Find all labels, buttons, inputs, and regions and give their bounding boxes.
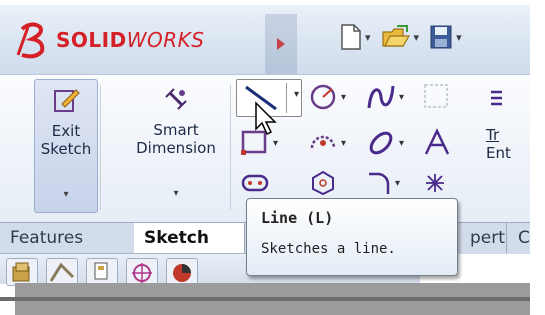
menu-expand-button[interactable] <box>265 14 297 74</box>
display-manager-icon <box>173 264 191 282</box>
tab-evaluate-partial[interactable]: pert <box>462 223 507 253</box>
circle-dropdown-icon[interactable]: ▾ <box>341 92 346 103</box>
surface-tool-button[interactable] <box>422 82 450 110</box>
smart-dimension-label-line2: Dimension <box>136 139 216 157</box>
configuration-icon <box>94 262 108 280</box>
exit-sketch-dropdown-icon[interactable]: ▾ <box>35 186 97 204</box>
dimxpert-manager-tab[interactable] <box>126 258 158 286</box>
ellipse-dropdown-icon[interactable]: ▾ <box>399 138 404 149</box>
save-button[interactable]: ▾ <box>429 24 462 50</box>
ds-logo-icon <box>16 22 45 59</box>
spline-dropdown-icon[interactable]: ▾ <box>399 92 404 103</box>
polygon-icon <box>312 170 334 196</box>
tab-sketch[interactable]: Sketch <box>134 223 245 254</box>
ribbon-separator <box>230 85 231 210</box>
point-tool-button[interactable] <box>424 172 446 194</box>
feature-manager-tab[interactable] <box>6 258 38 286</box>
open-button[interactable]: ▾ <box>381 24 420 50</box>
slot-icon <box>241 174 269 192</box>
trim-label-line2: Ent <box>486 144 511 162</box>
arc-icon <box>310 135 336 149</box>
brand-name: SOLIDWORKS <box>56 28 204 52</box>
ellipse-icon <box>369 131 393 155</box>
property-manager-tab[interactable] <box>46 258 78 286</box>
new-document-button[interactable]: ▾ <box>340 23 371 51</box>
slot-tool-button[interactable] <box>240 170 270 196</box>
exit-sketch-icon <box>54 89 80 112</box>
display-manager-tab[interactable] <box>166 258 198 286</box>
save-dropdown-icon[interactable]: ▾ <box>456 31 462 44</box>
smart-dimension-dropdown-icon[interactable]: ▾ <box>126 185 226 203</box>
tab-features[interactable]: Features <box>0 223 135 253</box>
exit-sketch-button[interactable]: Exit Sketch ▾ <box>34 79 98 213</box>
tooltip-title: Line (L) <box>261 209 334 227</box>
rectangle-dropdown-icon[interactable]: ▾ <box>273 138 278 149</box>
brand-prefix: SOLID <box>56 28 127 52</box>
arc-dropdown-icon[interactable]: ▾ <box>341 138 346 149</box>
smart-dimension-button[interactable]: Smart Dimension ▾ <box>126 79 226 211</box>
fillet-dropdown-icon[interactable]: ▾ <box>395 178 400 189</box>
spline-icon <box>367 85 395 109</box>
exit-sketch-label-line1: Exit <box>51 122 81 140</box>
app-window: SOLIDWORKS ▾ ▾ ▾ Exit Sketch ▾ Smart Dim… <box>0 0 545 315</box>
brand-suffix: WORKS <box>126 28 205 52</box>
trim-label-partial: Tr Ent <box>486 126 511 162</box>
line-dropdown-icon[interactable]: ▾ <box>294 89 299 100</box>
quick-access-toolbar: ▾ ▾ ▾ <box>340 20 462 54</box>
title-bar-top-edge <box>0 0 545 5</box>
circle-icon <box>310 84 336 110</box>
spline-tool-button[interactable]: ▾ <box>366 82 404 112</box>
exit-sketch-label-line2: Sketch <box>40 140 92 158</box>
open-dropdown-icon[interactable]: ▾ <box>414 31 420 44</box>
dimxpert-icon <box>132 263 152 283</box>
line-tooltip: Line (L) Sketches a line. <box>246 198 458 276</box>
text-tool-button[interactable] <box>422 128 452 158</box>
tooltip-description: Sketches a line. <box>261 241 396 257</box>
sketch-text-icon <box>424 128 450 155</box>
fillet-tool-button[interactable]: ▾ <box>366 170 400 196</box>
smart-dimension-label-line1: Smart <box>153 121 199 139</box>
smart-dimension-icon <box>165 88 187 110</box>
trim-label-line1: Tr <box>486 126 500 144</box>
new-document-dropdown-icon[interactable]: ▾ <box>365 31 371 44</box>
point-icon <box>426 174 444 192</box>
partial-tool-button[interactable] <box>488 84 528 112</box>
polygon-tool-button[interactable] <box>310 170 336 196</box>
line-tool-split <box>286 83 287 113</box>
graphics-area-shadow <box>0 297 545 301</box>
partial-tool-icon <box>491 90 502 106</box>
solidworks-logo[interactable]: SOLIDWORKS <box>14 18 204 62</box>
save-icon <box>430 25 452 49</box>
trim-entities-button[interactable]: Tr Ent <box>486 126 511 162</box>
open-folder-icon <box>381 25 410 47</box>
ribbon-separator <box>100 85 101 210</box>
surface-icon <box>424 84 448 108</box>
mouse-cursor-icon <box>255 101 277 136</box>
configuration-manager-tab[interactable] <box>86 258 118 286</box>
circle-tool-button[interactable]: ▾ <box>308 82 346 112</box>
arc-tool-button[interactable]: ▾ <box>308 128 346 158</box>
right-margin <box>530 0 545 315</box>
fillet-icon <box>369 172 390 194</box>
feature-tree-icon <box>12 262 30 282</box>
triangle-right-icon <box>277 38 285 50</box>
new-document-icon <box>341 24 361 50</box>
property-manager-icon <box>49 262 75 282</box>
ellipse-tool-button[interactable]: ▾ <box>366 128 404 158</box>
